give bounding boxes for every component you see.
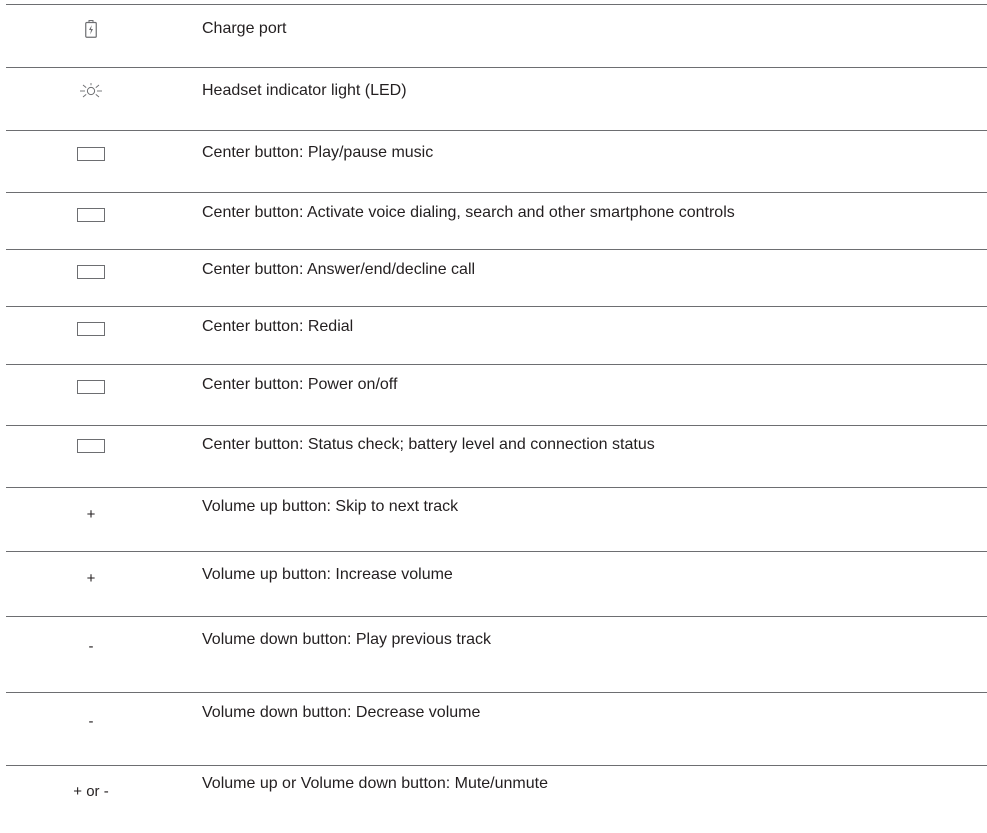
legend-symbol: - — [88, 638, 94, 655]
legend-label: Volume up or Volume down button: Mute/un… — [202, 775, 548, 792]
legend-symbol: + — [86, 506, 96, 523]
plus-or-minus-icon: + or - — [6, 782, 176, 802]
legend-label: Center button: Play/pause music — [202, 144, 434, 161]
plus-icon: + — [6, 505, 176, 525]
legend-row: + Volume up button: Skip to next track — [6, 487, 987, 551]
led-indicator-icon — [6, 81, 176, 101]
legend-row: - Volume down button: Play previous track — [6, 616, 987, 692]
minus-icon: - — [6, 637, 176, 657]
legend-row: Center button: Redial — [6, 306, 987, 364]
legend-symbol: - — [88, 713, 94, 730]
legend-row: Center button: Activate voice dialing, s… — [6, 192, 987, 249]
legend-label: Center button: Redial — [202, 318, 354, 335]
legend-row: Center button: Answer/end/decline call — [6, 249, 987, 306]
controls-legend-table: Charge port Headset indicator light (LED)… — [0, 0, 987, 833]
legend-row: + or - Volume up or Volume down button: M… — [6, 765, 987, 833]
legend-row: - Volume down button: Decrease volume — [6, 692, 987, 765]
legend-row: Center button: Power on/off — [6, 364, 987, 425]
legend-row: Headset indicator light (LED) — [6, 67, 987, 130]
legend-symbol: + — [86, 570, 96, 587]
minus-icon: - — [6, 712, 176, 732]
charge-port-icon — [6, 19, 176, 39]
legend-label: Center button: Power on/off — [202, 376, 398, 393]
center-button-icon — [6, 205, 176, 225]
plus-icon: + — [6, 569, 176, 589]
legend-symbol: + or - — [73, 783, 109, 800]
center-button-icon — [6, 144, 176, 164]
legend-label: Volume down button: Play previous track — [202, 631, 492, 648]
legend-label: Center button: Answer/end/decline call — [202, 261, 476, 278]
center-button-icon — [6, 377, 176, 397]
center-button-icon — [6, 319, 176, 339]
legend-row: Charge port — [6, 4, 987, 67]
legend-row: + Volume up button: Increase volume — [6, 551, 987, 616]
legend-label: Volume up button: Skip to next track — [202, 498, 459, 515]
legend-row: Center button: Status check; battery lev… — [6, 425, 987, 487]
center-button-icon — [6, 262, 176, 282]
legend-label: Center button: Status check; battery lev… — [202, 436, 655, 453]
legend-label: Charge port — [202, 20, 287, 37]
legend-label: Headset indicator light (LED) — [202, 82, 407, 99]
center-button-icon — [6, 436, 176, 456]
legend-label: Volume down button: Decrease volume — [202, 704, 481, 721]
legend-label: Center button: Activate voice dialing, s… — [202, 204, 735, 221]
legend-row: Center button: Play/pause music — [6, 130, 987, 192]
legend-label: Volume up button: Increase volume — [202, 566, 453, 583]
